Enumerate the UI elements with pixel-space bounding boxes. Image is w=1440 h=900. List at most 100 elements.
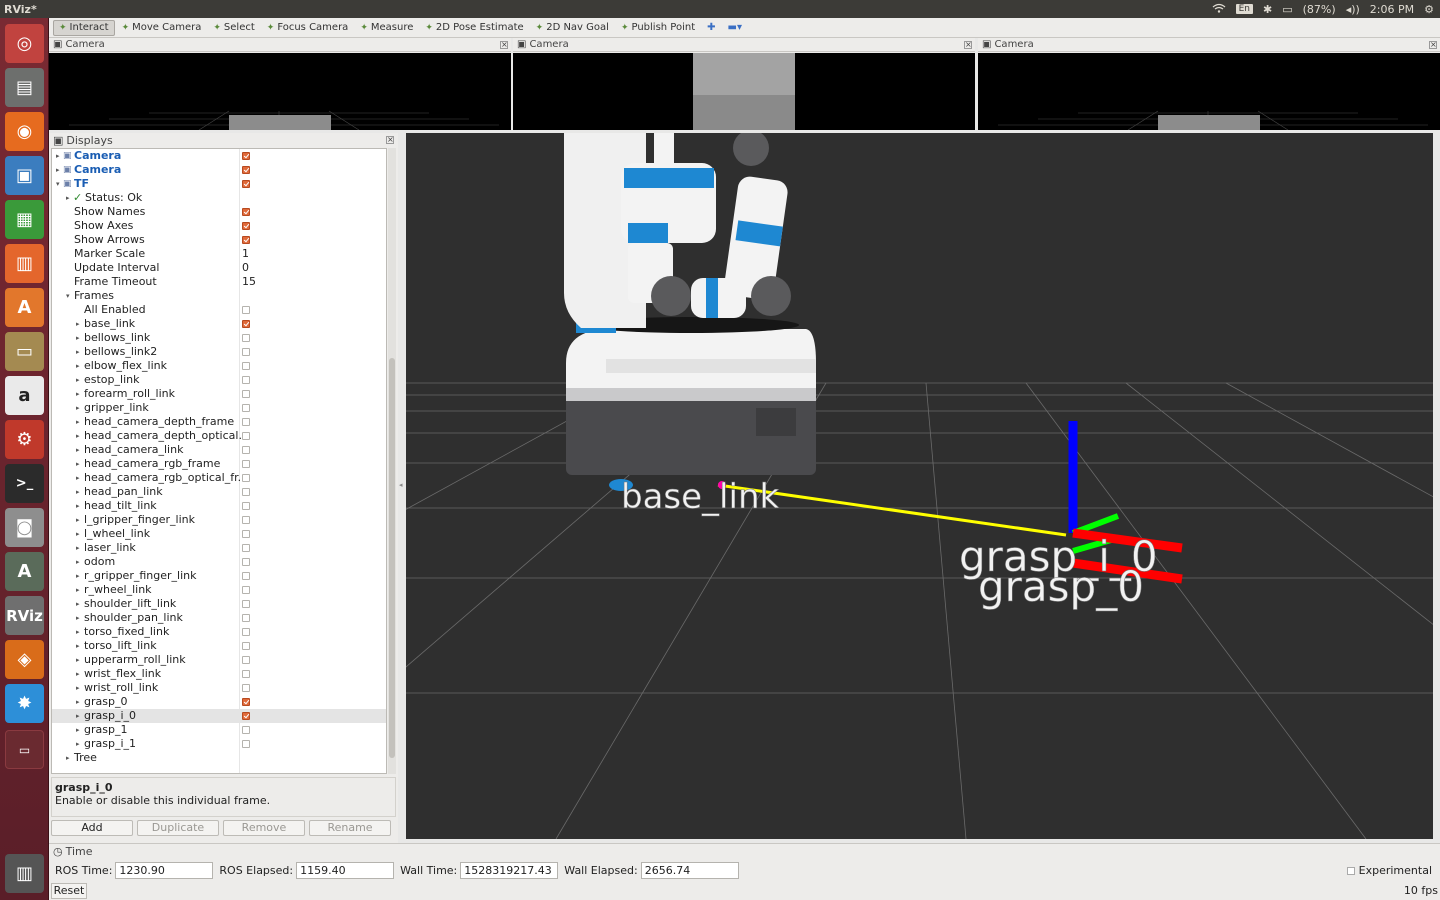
tree-row[interactable]: ▸ grasp_1 [52, 723, 386, 737]
tree-row[interactable]: ▸ grasp_0 [52, 695, 386, 709]
tree-row[interactable]: ▸ torso_lift_link [52, 639, 386, 653]
tree-row[interactable]: ▾ ▣ TF [52, 177, 386, 191]
enable-checkbox[interactable] [242, 208, 250, 216]
tree-row[interactable]: ▸ head_tilt_link [52, 499, 386, 513]
gazebo-icon[interactable]: ✸ [5, 684, 44, 723]
close-icon[interactable]: × [1429, 40, 1437, 49]
enable-checkbox[interactable] [242, 670, 250, 678]
tool-2d-nav-goal[interactable]: ✦ 2D Nav Goal [531, 20, 614, 36]
expand-closed-icon[interactable]: ▸ [76, 471, 80, 485]
wall-time-field[interactable]: 1528319217.43 [460, 861, 559, 879]
wifi-icon[interactable] [1212, 3, 1226, 16]
3d-render-view[interactable]: base_link grasp_i_0 grasp_0 [406, 133, 1433, 839]
tree-row[interactable]: ▸ head_camera_depth_frame [52, 415, 386, 429]
tree-row[interactable]: ▸ r_wheel_link [52, 583, 386, 597]
tool-focus-camera[interactable]: ✦ Focus Camera [262, 20, 354, 36]
tree-row[interactable]: Show Names [52, 205, 386, 219]
enable-checkbox[interactable] [242, 572, 250, 580]
tree-row[interactable]: Marker Scale 1 [52, 247, 386, 261]
property-value[interactable]: 1 [242, 247, 249, 261]
tree-row[interactable]: Show Axes [52, 219, 386, 233]
expand-closed-icon[interactable]: ▸ [76, 597, 80, 611]
keyboard-layout-indicator[interactable]: En [1235, 4, 1254, 14]
wall-elapsed-field[interactable]: 2656.74 [640, 861, 739, 879]
expand-closed-icon[interactable]: ▸ [76, 429, 80, 443]
enable-checkbox[interactable] [242, 390, 250, 398]
expand-closed-icon[interactable]: ▸ [76, 457, 80, 471]
property-value[interactable]: 0 [242, 261, 249, 275]
enable-checkbox[interactable] [242, 306, 250, 314]
expand-closed-icon[interactable]: ▸ [76, 345, 80, 359]
tree-row[interactable]: ▸ upperarm_roll_link [52, 653, 386, 667]
enable-checkbox[interactable] [242, 502, 250, 510]
expand-closed-icon[interactable]: ▸ [76, 415, 80, 429]
tool-move-camera[interactable]: ✦ Move Camera [117, 20, 207, 36]
expand-closed-icon[interactable]: ▸ [56, 163, 60, 177]
tree-row[interactable]: ▸ shoulder_pan_link [52, 611, 386, 625]
reset-button[interactable]: Reset [51, 883, 87, 899]
archive-manager-icon[interactable]: ▭ [5, 332, 44, 371]
enable-checkbox[interactable] [242, 642, 250, 650]
property-value[interactable]: 15 [242, 275, 256, 289]
close-icon[interactable]: × [964, 40, 972, 49]
tree-row[interactable]: Frame Timeout 15 [52, 275, 386, 289]
tree-row[interactable]: ▸ forearm_roll_link [52, 387, 386, 401]
enable-checkbox[interactable] [242, 180, 250, 188]
expand-closed-icon[interactable]: ▸ [76, 569, 80, 583]
enable-checkbox[interactable] [242, 698, 250, 706]
screenshot-icon[interactable]: ◙ [5, 508, 44, 547]
tree-row[interactable]: ▸ odom [52, 555, 386, 569]
expand-closed-icon[interactable]: ▸ [76, 667, 80, 681]
tree-row[interactable]: ▸ head_camera_rgb_optical_fr... [52, 471, 386, 485]
enable-checkbox[interactable] [242, 712, 250, 720]
tool-2d-pose-estimate[interactable]: ✦ 2D Pose Estimate [420, 20, 528, 36]
enable-checkbox[interactable] [242, 166, 250, 174]
tool-select[interactable]: ✦ Select [208, 20, 259, 36]
enable-checkbox[interactable] [242, 726, 250, 734]
tree-row[interactable]: ▸ head_camera_rgb_frame [52, 457, 386, 471]
expand-closed-icon[interactable]: ▸ [76, 737, 80, 751]
expand-open-icon[interactable]: ▾ [66, 289, 70, 303]
tree-row[interactable]: ▸ elbow_flex_link [52, 359, 386, 373]
expand-closed-icon[interactable]: ▸ [76, 359, 80, 373]
tree-row[interactable]: ▸ wrist_roll_link [52, 681, 386, 695]
tool-interact[interactable]: ✦ Interact [53, 19, 115, 36]
tree-row[interactable]: ▸ grasp_i_1 [52, 737, 386, 751]
expand-closed-icon[interactable]: ▸ [76, 527, 80, 541]
enable-checkbox[interactable] [242, 558, 250, 566]
expand-closed-icon[interactable]: ▸ [56, 149, 60, 163]
bluetooth-icon[interactable]: ✱ [1263, 3, 1272, 16]
enable-checkbox[interactable] [242, 530, 250, 538]
battery-icon[interactable]: ▭ [1282, 3, 1292, 16]
tree-row[interactable]: ▸ grasp_i_0 [52, 709, 386, 723]
software-center-icon[interactable]: A [5, 288, 44, 327]
tree-row[interactable]: Show Arrows [52, 233, 386, 247]
remove-button[interactable]: Remove [223, 820, 305, 836]
enable-checkbox[interactable] [242, 740, 250, 748]
expand-closed-icon[interactable]: ▸ [76, 499, 80, 513]
tree-row[interactable]: ▸ gripper_link [52, 401, 386, 415]
tree-row[interactable]: ▸ estop_link [52, 373, 386, 387]
expand-closed-icon[interactable]: ▸ [76, 373, 80, 387]
expand-closed-icon[interactable]: ▸ [76, 401, 80, 415]
tree-row[interactable]: ▸ Tree [52, 751, 386, 765]
workspace-icon[interactable]: ▭ [5, 730, 44, 769]
expand-closed-icon[interactable]: ▸ [76, 625, 80, 639]
expand-open-icon[interactable]: ▾ [56, 177, 60, 191]
expand-closed-icon[interactable]: ▸ [76, 485, 80, 499]
image-viewer-icon[interactable]: ▣ [5, 156, 44, 195]
enable-checkbox[interactable] [242, 446, 250, 454]
tree-row[interactable]: ▸ head_pan_link [52, 485, 386, 499]
enable-checkbox[interactable] [242, 404, 250, 412]
expand-closed-icon[interactable]: ▸ [76, 541, 80, 555]
experimental-checkbox[interactable]: Experimental [1346, 864, 1432, 877]
enable-checkbox[interactable] [242, 376, 250, 384]
enable-checkbox[interactable] [242, 432, 250, 440]
expand-closed-icon[interactable]: ▸ [76, 317, 80, 331]
tree-row[interactable]: ▾ Frames [52, 289, 386, 303]
expand-closed-icon[interactable]: ▸ [76, 723, 80, 737]
scrollbar-thumb[interactable] [389, 358, 395, 758]
enable-checkbox[interactable] [242, 516, 250, 524]
spreadsheet-icon[interactable]: ▦ [5, 200, 44, 239]
presentation-icon[interactable]: ▥ [5, 244, 44, 283]
